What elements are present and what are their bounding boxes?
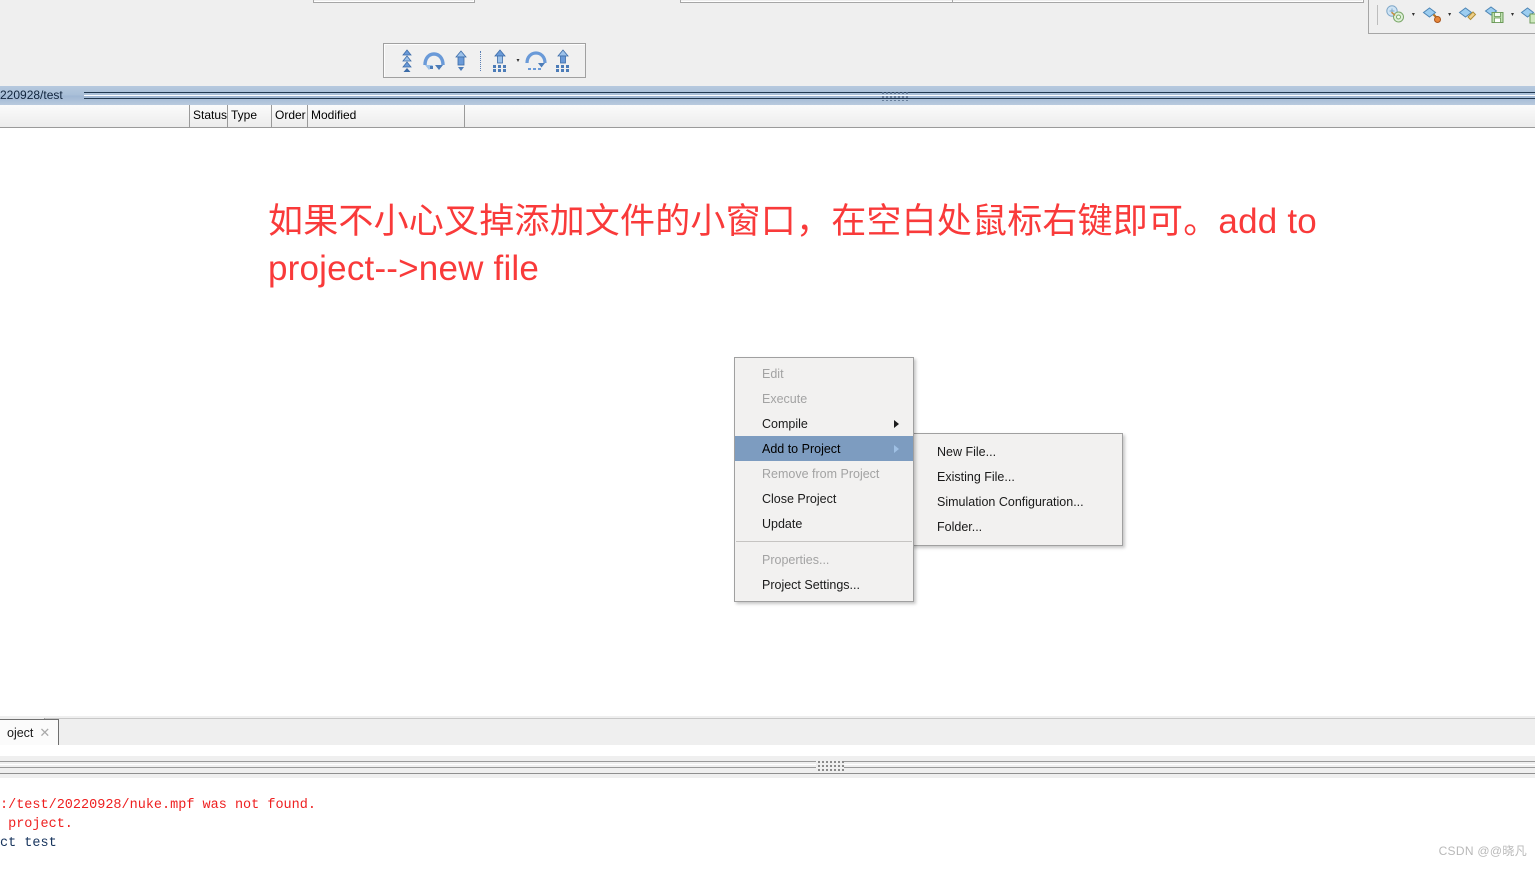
- menu-item-update[interactable]: Update: [735, 511, 913, 536]
- splitter-grip[interactable]: [880, 90, 908, 101]
- column-header-filler: [465, 105, 1535, 127]
- menu-item-label: Compile: [762, 416, 808, 431]
- continue-run-icon[interactable]: [448, 48, 474, 74]
- simulation-toolbar: ▾: [383, 43, 586, 78]
- watermark: CSDN @@晓凡: [1438, 844, 1527, 858]
- column-header-status[interactable]: Status: [190, 105, 228, 127]
- menu-item-label: Project Settings...: [762, 577, 860, 592]
- chevron-down-icon[interactable]: ▾: [1446, 1, 1454, 27]
- menu-item-label: Existing File...: [937, 469, 1015, 484]
- toolbar-separator: [480, 50, 481, 71]
- toolbar-separator: [1377, 5, 1378, 25]
- context-menu: Edit Execute Compile Add to Project Remo…: [734, 357, 914, 602]
- splitter-line: [0, 767, 1535, 768]
- menu-item-label: Close Project: [762, 491, 837, 506]
- column-header-modified[interactable]: Modified: [308, 105, 465, 127]
- bottom-panel: oject ✕ :/test/20220928/nuke.mpf was not…: [0, 716, 1535, 869]
- console-line: ct test: [0, 836, 57, 851]
- annotation-line-1: 如果不小心叉掉添加文件的小窗口，在空白处鼠标右键即可。add to: [268, 202, 1317, 241]
- menu-separator: [736, 541, 912, 542]
- close-icon[interactable]: ✕: [39, 726, 50, 739]
- top-chrome-area: ▾ ▾ ▾ ▾: [0, 0, 1535, 86]
- column-header-order[interactable]: Order: [272, 105, 308, 127]
- console-line: :/test/20220928/nuke.mpf was not found.: [0, 798, 316, 813]
- submenu-item-simulation-configuration[interactable]: Simulation Configuration...: [912, 489, 1122, 514]
- menu-item-close-project[interactable]: Close Project: [735, 486, 913, 511]
- menu-item-label: Edit: [762, 366, 784, 381]
- console-line: project.: [0, 817, 73, 832]
- step-icon[interactable]: [487, 48, 513, 74]
- menu-item-remove-from-project[interactable]: Remove from Project: [735, 461, 913, 486]
- menu-item-label: Execute: [762, 391, 808, 406]
- compile-toolbar: ▾ ▾ ▾: [1368, 0, 1535, 34]
- menu-item-execute[interactable]: Execute: [735, 386, 913, 411]
- column-header-type[interactable]: Type: [228, 105, 272, 127]
- toolbar-field-box-3: [952, 0, 1364, 3]
- splitter-line: [0, 764, 1535, 765]
- chevron-down-icon[interactable]: ▾: [1509, 1, 1517, 27]
- menu-item-label: Update: [762, 516, 803, 531]
- menu-item-add-to-project[interactable]: Add to Project: [735, 436, 913, 461]
- title-rule: [84, 95, 1535, 96]
- step-over-icon[interactable]: [523, 48, 549, 74]
- transcript-console[interactable]: :/test/20220928/nuke.mpf was not found. …: [0, 780, 1535, 869]
- menu-item-properties[interactable]: Properties...: [735, 547, 913, 572]
- splitter-line: [0, 773, 1535, 774]
- title-rule: [84, 92, 1535, 93]
- tab-project[interactable]: oject ✕: [0, 719, 60, 745]
- menu-item-label: Remove from Project: [762, 466, 880, 481]
- horizontal-splitter[interactable]: [0, 756, 1535, 778]
- panel-tab-strip: oject ✕: [0, 716, 1535, 745]
- annotation-line-2: project-->new file: [268, 249, 540, 288]
- restart-icon[interactable]: [394, 48, 420, 74]
- project-path-label: 220928/test: [0, 88, 63, 102]
- toolbar-field-box-2: [680, 0, 972, 3]
- project-column-header: Status Type Order Modified: [0, 105, 1535, 128]
- project-title-bar[interactable]: 220928/test: [0, 86, 1535, 105]
- column-header-name[interactable]: [0, 105, 190, 127]
- chevron-down-icon[interactable]: ▾: [514, 48, 522, 74]
- menu-item-label: New File...: [937, 444, 997, 459]
- compile-save-icon[interactable]: [1482, 1, 1507, 27]
- annotation-text: 如果不小心叉掉添加文件的小窗口，在空白处鼠标右键即可。add to projec…: [268, 198, 1398, 292]
- chevron-down-icon[interactable]: ▾: [1410, 1, 1418, 27]
- splitter-grip[interactable]: [816, 759, 844, 771]
- menu-item-compile[interactable]: Compile: [735, 411, 913, 436]
- title-rule: [84, 98, 1535, 99]
- run-all-icon[interactable]: [421, 48, 447, 74]
- submenu-item-existing-file[interactable]: Existing File...: [912, 464, 1122, 489]
- menu-item-label: Simulation Configuration...: [937, 494, 1084, 509]
- menu-item-edit[interactable]: Edit: [735, 361, 913, 386]
- compile-icon[interactable]: [1419, 1, 1444, 27]
- step-out-icon[interactable]: [550, 48, 576, 74]
- splitter-line: [0, 761, 1535, 762]
- submenu-arrow-icon: [894, 419, 899, 428]
- compile-extra-icon[interactable]: [1518, 1, 1535, 27]
- menu-item-project-settings[interactable]: Project Settings...: [735, 572, 913, 597]
- menu-item-label: Add to Project: [762, 441, 841, 456]
- submenu-item-folder[interactable]: Folder...: [912, 514, 1122, 539]
- tab-strip-empty-area[interactable]: [44, 718, 1535, 745]
- tab-label: oject: [7, 725, 34, 740]
- menu-item-label: Properties...: [762, 552, 830, 567]
- submenu-item-new-file[interactable]: New File...: [912, 439, 1122, 464]
- add-to-project-submenu: New File... Existing File... Simulation …: [911, 433, 1123, 546]
- submenu-arrow-icon: [894, 444, 899, 453]
- compile-all-icon[interactable]: [1455, 1, 1480, 27]
- menu-item-label: Folder...: [937, 519, 983, 534]
- toolbar-field-box-1: [313, 0, 475, 3]
- compile-options-icon[interactable]: [1383, 1, 1408, 27]
